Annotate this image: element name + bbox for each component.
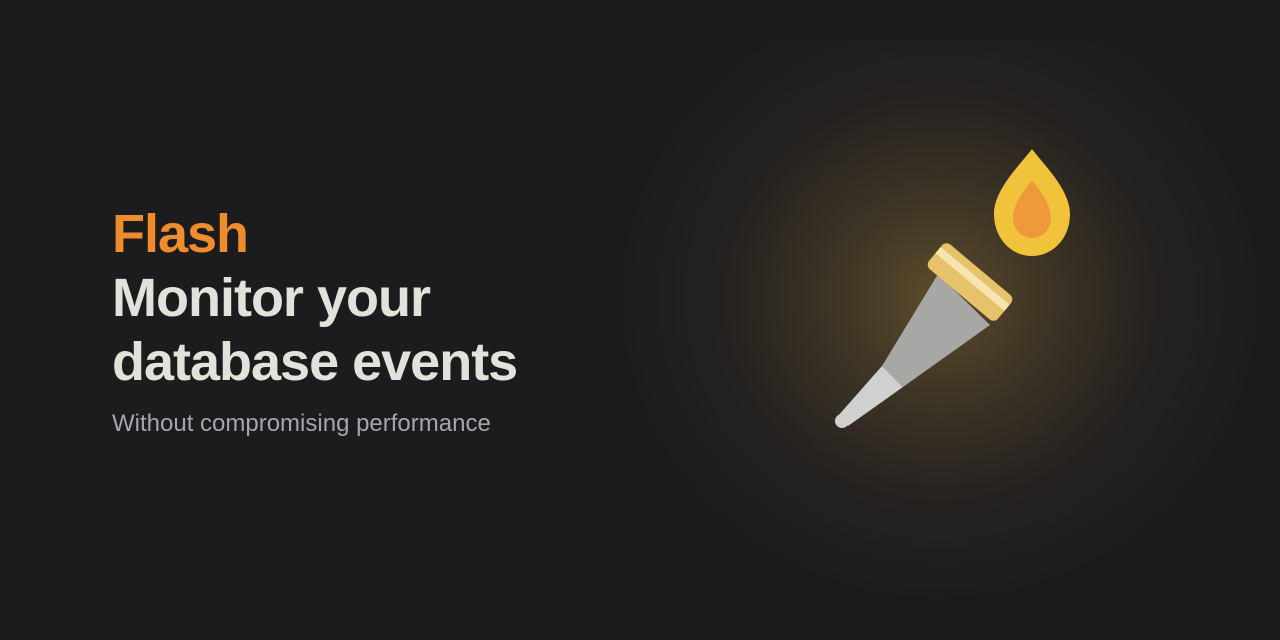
torch-icon [835, 149, 1070, 428]
flame-icon [994, 149, 1070, 256]
hero-banner: Flash Monitor your database events Witho… [0, 0, 1280, 640]
headline-line-2: database events [112, 332, 518, 392]
headline-line-1: Monitor your [112, 268, 431, 328]
hero-text: Flash Monitor your database events Witho… [112, 202, 518, 440]
brand-name: Flash [112, 204, 249, 264]
subtitle: Without compromising performance [112, 410, 491, 437]
